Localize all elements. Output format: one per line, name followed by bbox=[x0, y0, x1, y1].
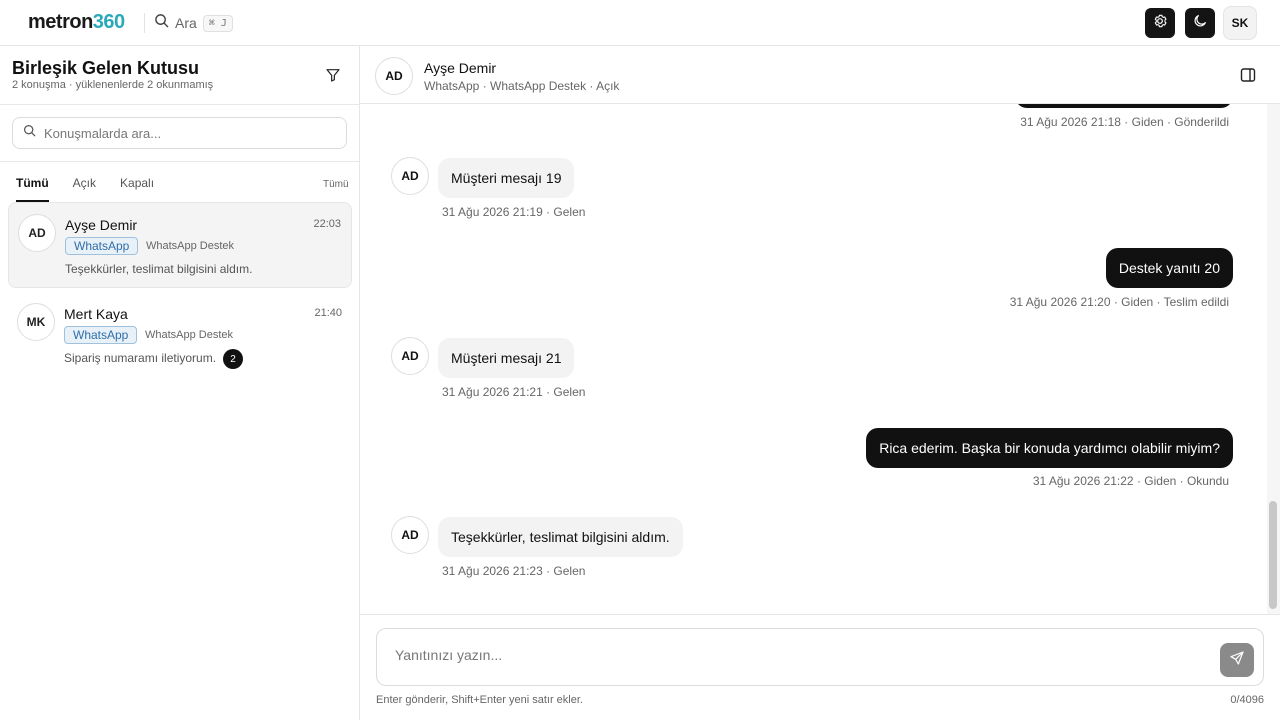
sidebar-panel-icon bbox=[1240, 68, 1256, 87]
send-button[interactable] bbox=[1220, 643, 1254, 677]
divider bbox=[0, 104, 359, 105]
status-tabs: Tümü Açık Kapalı bbox=[16, 172, 178, 202]
avatar: AD bbox=[391, 157, 429, 195]
tab-all[interactable]: Tümü bbox=[16, 172, 49, 202]
reply-input[interactable] bbox=[395, 647, 1215, 669]
message-preview: Teşekkürler, teslimat bilgisini aldım. bbox=[65, 262, 253, 276]
unread-count-badge: 2 bbox=[223, 349, 243, 369]
contact-name: Ayşe Demir bbox=[424, 60, 497, 76]
avatar: AD bbox=[18, 214, 56, 252]
logo-number: 360 bbox=[92, 11, 125, 33]
incoming-message-bubble: Müşteri mesajı 19 bbox=[438, 158, 575, 198]
outgoing-message-bubble: Destek yanıtı 20 bbox=[1105, 248, 1233, 288]
message-meta: 31 Ağu 2026 21:23 · Gelen bbox=[442, 564, 586, 578]
outgoing-message-bubble: Rica ederim. Başka bir konuda yardımcı o… bbox=[866, 428, 1233, 468]
reply-composer bbox=[376, 628, 1264, 686]
message-meta: 31 Ağu 2026 21:22 · Giden · Okundu bbox=[1032, 474, 1229, 488]
filter-button[interactable] bbox=[322, 66, 344, 88]
sidebar-title: Birleşik Gelen Kutusu bbox=[12, 58, 200, 78]
tab-open[interactable]: Açık bbox=[73, 172, 96, 202]
divider bbox=[144, 13, 145, 33]
theme-toggle-button[interactable] bbox=[1185, 8, 1215, 38]
message-meta: 31 Ağu 2026 21:19 · Gelen bbox=[442, 205, 586, 219]
user-avatar-button[interactable]: SK bbox=[1223, 6, 1257, 40]
incoming-message-bubble: Teşekkürler, teslimat bilgisini aldım. bbox=[438, 517, 683, 557]
divider bbox=[360, 614, 1280, 615]
conversation-search[interactable] bbox=[12, 117, 347, 149]
conversation-time: 22:03 bbox=[313, 218, 341, 230]
search-icon bbox=[154, 13, 169, 33]
conversation-meta: WhatsApp · WhatsApp Destek · Açık bbox=[424, 79, 620, 93]
moon-icon bbox=[1192, 13, 1208, 34]
filter-icon bbox=[325, 67, 341, 88]
avatar: AD bbox=[375, 57, 413, 95]
search-icon bbox=[23, 124, 36, 142]
chat-header: AD Ayşe Demir WhatsApp · WhatsApp Destek… bbox=[360, 46, 1280, 104]
message-meta: 31 Ağu 2026 21:18 · Giden · Gönderildi bbox=[1020, 115, 1229, 129]
divider bbox=[0, 161, 359, 162]
conversation-search-input[interactable] bbox=[44, 125, 324, 141]
contact-name: Mert Kaya bbox=[64, 306, 128, 322]
avatar: MK bbox=[17, 303, 55, 341]
toggle-details-panel-button[interactable] bbox=[1240, 67, 1258, 85]
inbox-name: WhatsApp Destek bbox=[146, 240, 235, 252]
scrollbar-thumb[interactable] bbox=[1269, 501, 1277, 609]
contact-name: Ayşe Demir bbox=[65, 217, 138, 233]
message-meta: 31 Ağu 2026 21:20 · Giden · Teslim edild… bbox=[1009, 295, 1229, 309]
channel-badge: WhatsApp bbox=[64, 326, 138, 344]
channel-filter-label[interactable]: Tümü bbox=[323, 179, 349, 190]
settings-button[interactable] bbox=[1145, 8, 1175, 38]
gear-icon bbox=[1152, 13, 1168, 34]
conversation-item[interactable]: AD Ayşe Demir 22:03 WhatsApp WhatsApp De… bbox=[8, 202, 352, 288]
send-icon bbox=[1229, 650, 1245, 671]
composer-hint: Enter gönderir, Shift+Enter yeni satır e… bbox=[376, 694, 583, 706]
message-thread[interactable]: 31 Ağu 2026 21:18 · Giden · Gönderildi A… bbox=[360, 104, 1267, 614]
top-bar: metron360 Ara ⌘ J SK bbox=[0, 0, 1280, 46]
global-search-label: Ara bbox=[175, 15, 197, 31]
logo-text: metron bbox=[28, 11, 93, 33]
conversation-sidebar: Birleşik Gelen Kutusu 2 konuşma · yüklen… bbox=[0, 46, 360, 720]
keyboard-shortcut-hint: ⌘ J bbox=[202, 14, 233, 32]
avatar: AD bbox=[391, 337, 429, 375]
avatar: AD bbox=[391, 516, 429, 554]
conversation-item[interactable]: MK Mert Kaya 21:40 WhatsApp WhatsApp Des… bbox=[8, 292, 352, 378]
outgoing-message-bubble bbox=[1015, 104, 1233, 108]
incoming-message-bubble: Müşteri mesajı 21 bbox=[438, 338, 575, 378]
message-preview: Sipariş numaramı iletiyorum. bbox=[64, 351, 217, 365]
message-scrollbar[interactable] bbox=[1267, 104, 1280, 614]
message-meta: 31 Ağu 2026 21:21 · Gelen bbox=[442, 385, 586, 399]
character-counter: 0/4096 bbox=[1230, 694, 1264, 706]
channel-badge: WhatsApp bbox=[65, 237, 139, 255]
inbox-name: WhatsApp Destek bbox=[145, 329, 234, 341]
conversation-time: 21:40 bbox=[314, 307, 342, 319]
global-search-button[interactable]: Ara ⌘ J bbox=[154, 12, 233, 34]
sidebar-subtitle: 2 konuşma · yüklenenlerde 2 okunmamış bbox=[12, 79, 214, 91]
tab-closed[interactable]: Kapalı bbox=[120, 172, 154, 202]
app-logo[interactable]: metron360 bbox=[28, 11, 125, 34]
